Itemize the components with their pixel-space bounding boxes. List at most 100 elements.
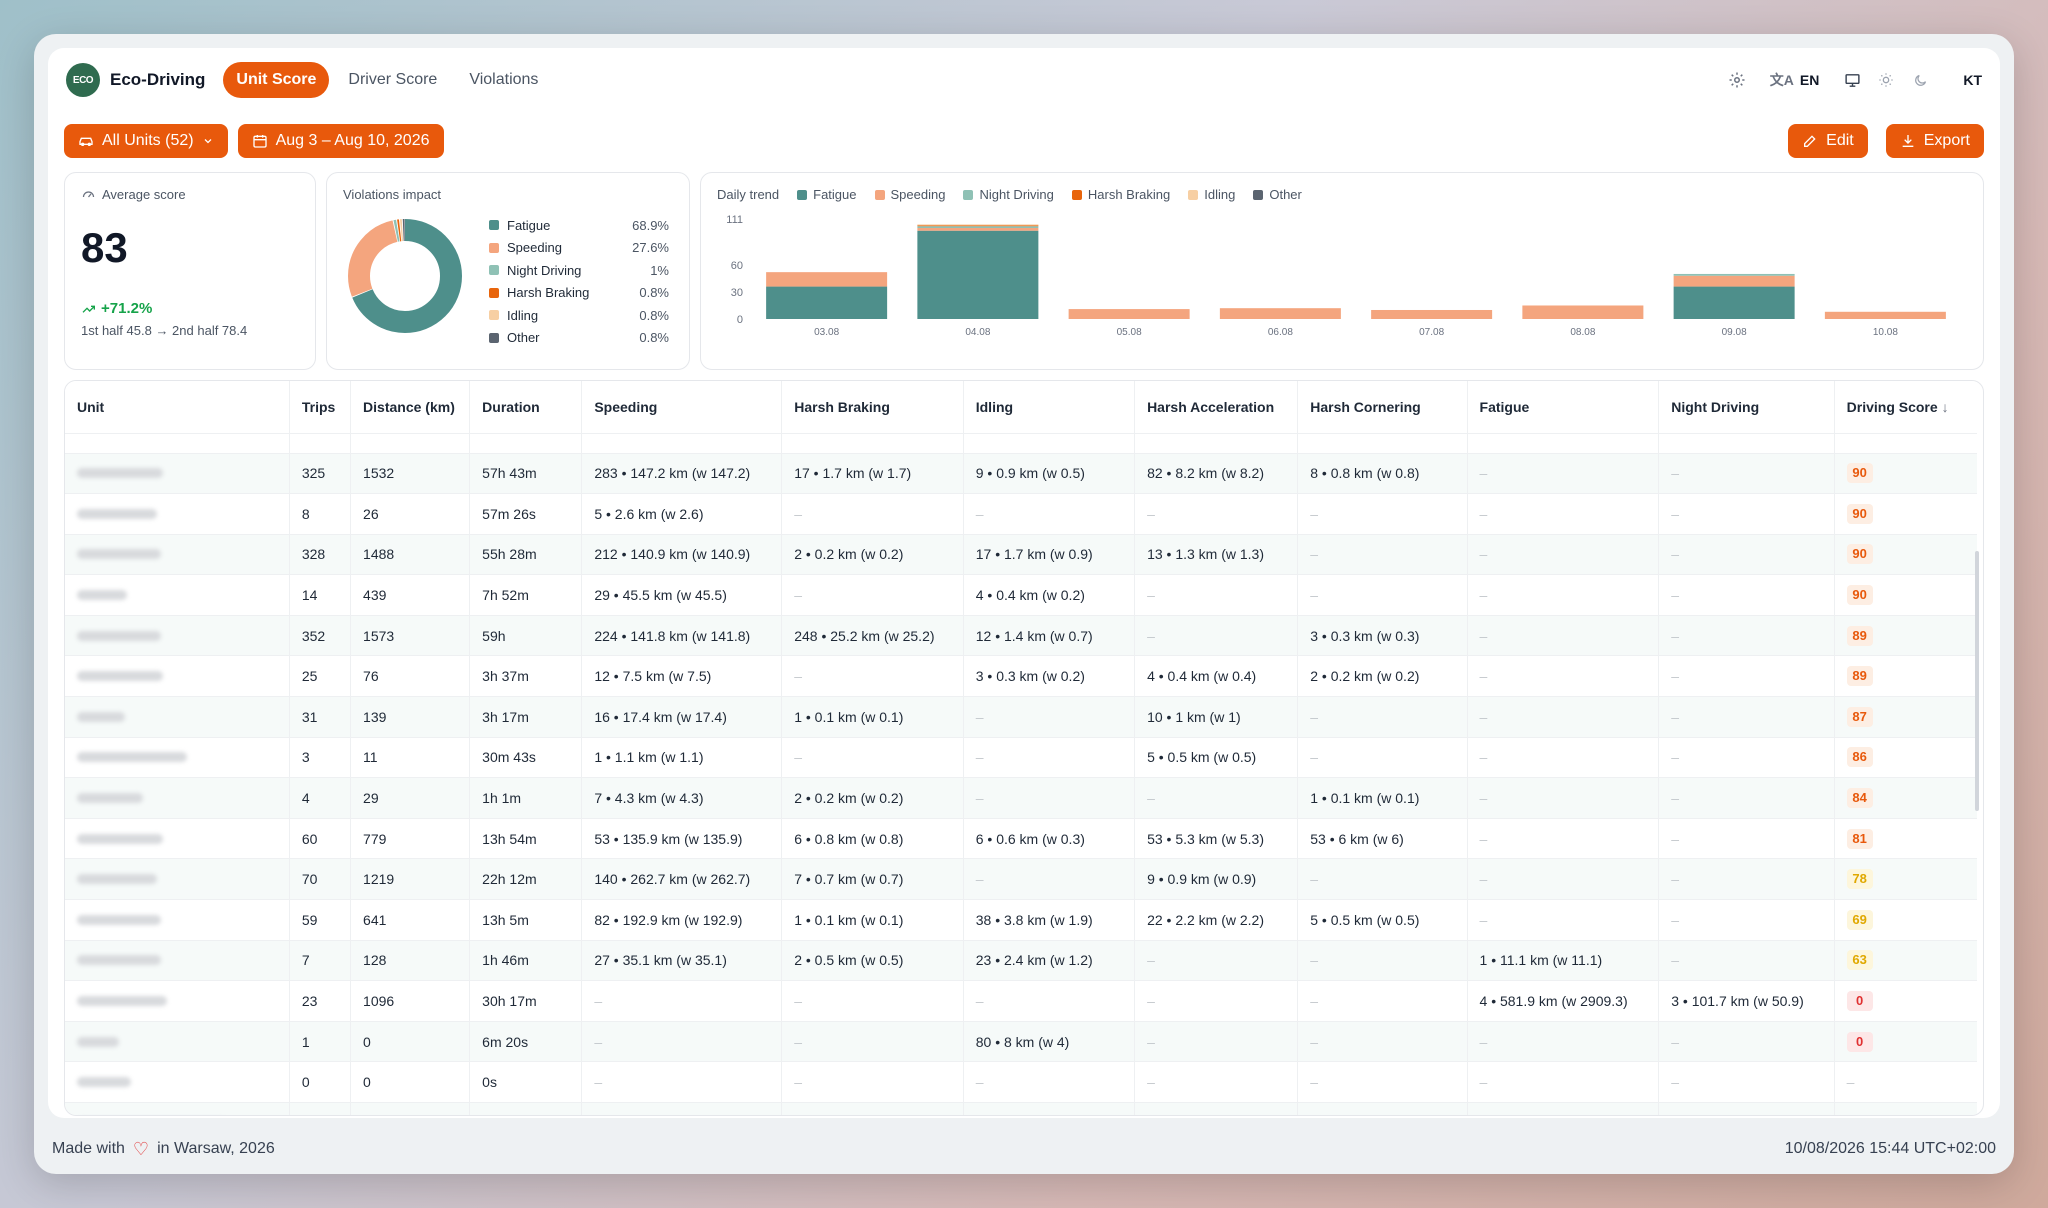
moon-icon[interactable] — [1909, 69, 1931, 91]
unit-name-cell[interactable] — [65, 736, 290, 778]
table-scrollbar[interactable] — [1975, 551, 1979, 811]
x-tick-label: 08.08 — [1570, 327, 1595, 338]
bar-speeding-05-08[interactable] — [1068, 309, 1190, 319]
unit-name-cell[interactable] — [65, 614, 290, 656]
column-header-harsh-braking[interactable]: Harsh Braking — [781, 381, 964, 433]
unit-name-cell[interactable] — [65, 452, 290, 494]
column-header-night-driving[interactable]: Night Driving — [1658, 381, 1835, 433]
cell-trips: 1 — [289, 1020, 352, 1062]
bar-speeding-03-08[interactable] — [766, 272, 888, 287]
unit-name-cell[interactable] — [65, 655, 290, 697]
bar-idling-04-08[interactable] — [917, 224, 1039, 226]
table-row[interactable]: 8 26 57m 26s 5 • 2.6 km (w 2.6) – – – – – –90 — [65, 493, 1977, 535]
unit-name-cell[interactable] — [65, 1102, 290, 1115]
bar-night-driving-04-08[interactable] — [917, 226, 1039, 229]
table-row[interactable]: 4 29 1h 1m 7 • 4.3 km (w 4.3) 2 • 0.2 km (w … — [65, 777, 1977, 819]
bar-harsh-braking-04-08[interactable] — [917, 225, 1039, 227]
column-header-fatigue[interactable]: Fatigue — [1467, 381, 1660, 433]
bar-night-driving-09-08[interactable] — [1673, 273, 1795, 276]
bar-speeding-04-08[interactable] — [917, 228, 1039, 231]
daily-trend-chart: 111 60 30 0 03.08 04.08 05.08 06.08 07.08 08.08 09… — [726, 214, 1946, 338]
table-row[interactable]: 60 779 13h 54m 53 • 135.9 km (w 135.9) 6 • 0… — [65, 817, 1977, 859]
cell-accel: – — [1134, 1102, 1299, 1115]
tab-driver-score[interactable]: Driver Score — [335, 62, 450, 98]
column-header-driving-score[interactable]: Driving Score ↓ — [1834, 381, 1977, 433]
bar-fatigue-04-08[interactable] — [917, 230, 1039, 319]
table-row[interactable]: 7 128 1h 46m 27 • 35.1 km (w 35.1) 2 • 0.5 k… — [65, 939, 1977, 981]
table-row[interactable]: 325 1532 57h 43m 283 • 147.2 km (w 147.2) 17… — [65, 452, 1977, 494]
tab-unit-score[interactable]: Unit Score — [223, 62, 330, 98]
column-header-harsh-cornering[interactable]: Harsh Cornering — [1297, 381, 1468, 433]
unit-name-cell[interactable] — [65, 777, 290, 819]
bar-speeding-08-08[interactable] — [1522, 305, 1644, 319]
unit-name-cell[interactable] — [65, 1020, 290, 1062]
cell-duration: 3h 17m — [469, 696, 583, 738]
language-switcher[interactable]: 文A EN — [1770, 70, 1820, 90]
monitor-icon[interactable] — [1841, 69, 1863, 91]
cell-trips: 0 — [289, 1102, 352, 1115]
trend-legend-other[interactable]: Other — [1253, 187, 1302, 202]
column-header-speeding[interactable]: Speeding — [581, 381, 783, 433]
trend-legend-speeding[interactable]: Speeding — [874, 187, 945, 202]
user-avatar[interactable]: KT — [1963, 72, 1982, 88]
cell-fatigue: 4 • 581.9 km (w 2909.3) — [1467, 980, 1660, 1022]
trend-legend-fatigue[interactable]: Fatigue — [797, 187, 857, 202]
table-row[interactable]: 23 1096 30h 17m – – – – –4 • 581.9 km (w 2909.3… — [65, 980, 1977, 1022]
cell-distance: 26 — [350, 493, 471, 535]
cell-trips: 3 — [289, 736, 352, 778]
column-header-trips[interactable]: Trips — [289, 381, 352, 433]
cell-speeding: 82 • 192.9 km (w 192.9) — [581, 899, 783, 941]
table-row[interactable]: 31 139 3h 17m 16 • 17.4 km (w 17.4) 1 • 0.1 … — [65, 696, 1977, 738]
table-row[interactable]: 59 641 13h 5m 82 • 192.9 km (w 192.9) 1 • 0.… — [65, 899, 1977, 941]
bar-speeding-10-08[interactable] — [1824, 311, 1946, 319]
cell-driving-score: 0 — [1834, 980, 1977, 1022]
cell-cornering: – — [1297, 858, 1468, 900]
table-row[interactable]: 25 76 3h 37m 12 • 7.5 km (w 7.5) –3 • 0.3 km… — [65, 655, 1977, 697]
table-row[interactable]: 1 0 6m 20s – –80 • 8 km (w 4) – – – –0 — [65, 1020, 1977, 1062]
unit-name-cell[interactable] — [65, 817, 290, 859]
unit-name-cell[interactable] — [65, 858, 290, 900]
unit-name-cell[interactable] — [65, 980, 290, 1022]
column-header-duration[interactable]: Duration — [469, 381, 583, 433]
settings-gear-icon[interactable] — [1726, 69, 1748, 91]
date-range-button[interactable]: Aug 3 – Aug 10, 2026 — [237, 124, 444, 158]
cell-accel: 10 • 1 km (w 1) — [1134, 696, 1299, 738]
unit-name-cell[interactable] — [65, 533, 290, 575]
bar-speeding-07-08[interactable] — [1371, 309, 1493, 319]
sun-icon[interactable] — [1875, 69, 1897, 91]
bar-fatigue-09-08[interactable] — [1673, 286, 1795, 319]
column-header-unit[interactable]: Unit — [65, 381, 290, 433]
unit-name-cell[interactable] — [65, 696, 290, 738]
table-row[interactable]: 3 11 30m 43s 1 • 1.1 km (w 1.1) – –5 • 0.5 km… — [65, 736, 1977, 778]
table-row[interactable]: 000s–––––––– — [65, 1061, 1977, 1103]
column-header-harsh-acceleration[interactable]: Harsh Acceleration — [1134, 381, 1299, 433]
unit-name-cell[interactable] — [65, 1061, 290, 1103]
cell-fatigue: – — [1467, 493, 1660, 535]
tab-violations[interactable]: Violations — [456, 62, 551, 98]
table-row[interactable]: 328 1488 55h 28m 212 • 140.9 km (w 140.9) 2 … — [65, 533, 1977, 575]
unit-name-cell[interactable] — [65, 939, 290, 981]
cell-accel: – — [1134, 1020, 1299, 1062]
units-filter-button[interactable]: All Units (52) — [64, 124, 228, 158]
trend-legend-idling[interactable]: Idling — [1188, 187, 1235, 202]
table-row[interactable]: 70 1219 22h 12m 140 • 262.7 km (w 262.7) 7 •… — [65, 858, 1977, 900]
column-header-distance-km[interactable]: Distance (km) — [350, 381, 471, 433]
column-header-idling[interactable]: Idling — [963, 381, 1136, 433]
table-row[interactable]: 14 439 7h 52m 29 • 45.5 km (w 45.5) –4 • 0.4… — [65, 574, 1977, 616]
bar-speeding-06-08[interactable] — [1219, 308, 1341, 319]
unit-name-cell[interactable] — [65, 493, 290, 535]
export-button[interactable]: Export — [1885, 124, 1984, 158]
main-panel: ECO Eco-Driving Unit Score Driver Score … — [48, 48, 2000, 1118]
redacted-unit-name — [77, 1077, 131, 1088]
unit-name-cell[interactable] — [65, 899, 290, 941]
bar-fatigue-03-08[interactable] — [766, 286, 888, 319]
bar-speeding-09-08[interactable] — [1673, 275, 1795, 287]
download-icon — [1902, 135, 1914, 147]
table-row[interactable]: 352 1573 59h 224 • 141.8 km (w 141.8) 248 • … — [65, 614, 1977, 656]
table-row[interactable]: 000s–––––––– — [65, 1102, 1977, 1115]
cell-duration: 30h 17m — [469, 980, 583, 1022]
unit-name-cell[interactable] — [65, 574, 290, 616]
trend-legend-harsh-braking[interactable]: Harsh Braking — [1071, 187, 1170, 202]
trend-legend-night-driving[interactable]: Night Driving — [963, 187, 1054, 202]
edit-button[interactable]: Edit — [1788, 124, 1868, 158]
